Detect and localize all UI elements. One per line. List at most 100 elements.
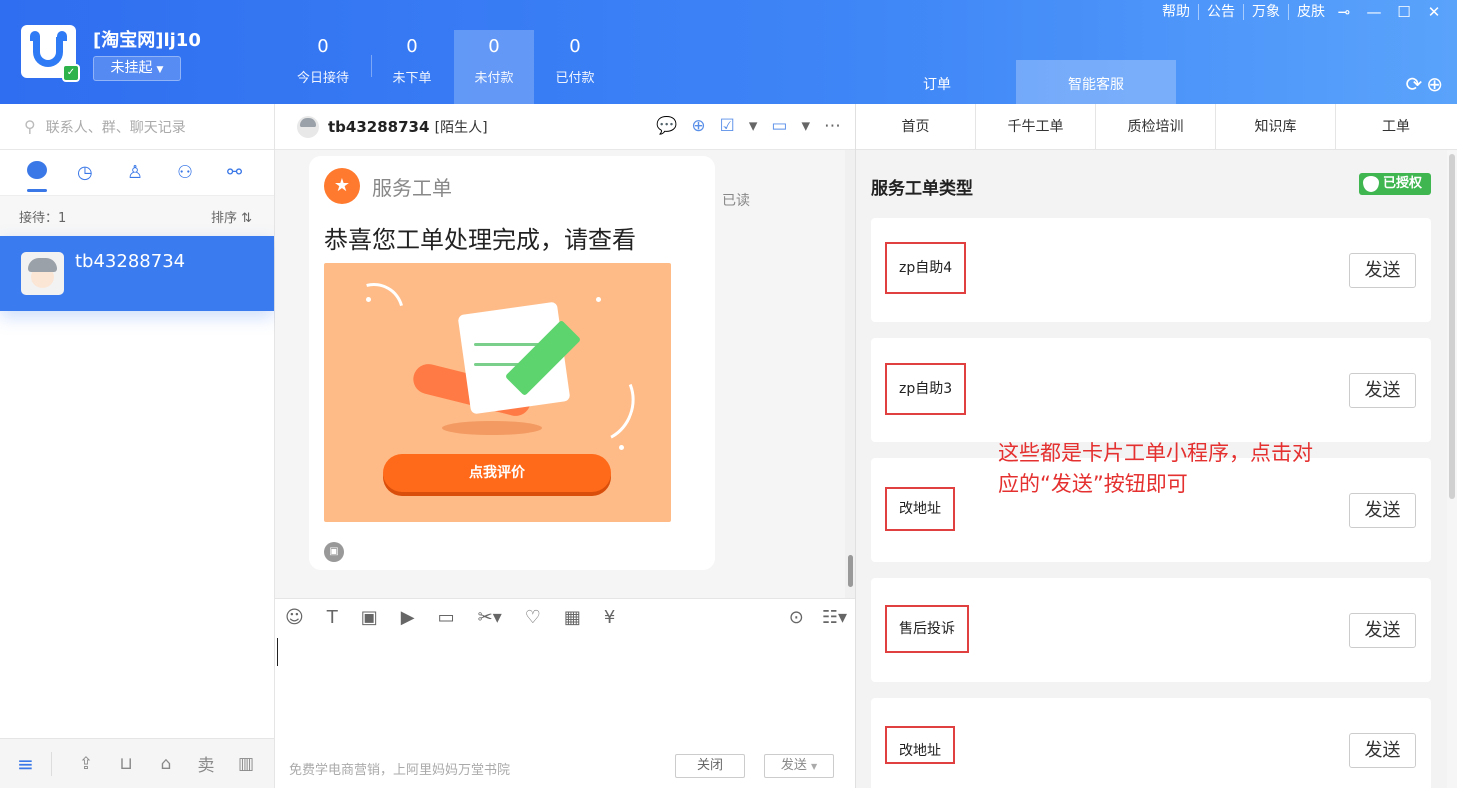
status-dropdown[interactable]: 未挂起 ▼ xyxy=(93,56,181,81)
tab-contacts[interactable]: ♙ xyxy=(124,162,174,183)
heart-icon[interactable]: ♡ xyxy=(525,607,541,628)
message-input[interactable]: 免费学电商营销，上阿里妈妈万堂书院 关闭 发送 ▼ xyxy=(275,636,855,788)
add-plugin-icon[interactable]: ⊕ xyxy=(1426,72,1443,96)
message-area: ★ 服务工单 恭喜您工单处理完成，请查看 点我评价 ▣ 已读 xyxy=(275,150,855,598)
send-button[interactable]: 发送 ▼ xyxy=(764,754,834,778)
evaluate-button[interactable]: 点我评价 xyxy=(383,454,611,492)
scroll-thumb[interactable] xyxy=(848,555,853,587)
stat-not-ordered[interactable]: 0 未下单 xyxy=(372,30,452,104)
contact-search[interactable]: ⚲ 联系人、群、聊天记录 xyxy=(0,104,274,150)
ticket-name: 改地址 xyxy=(885,726,955,764)
ticket-name: 售后投诉 xyxy=(885,605,969,653)
tab-smart-service[interactable]: 智能客服 xyxy=(1016,60,1176,104)
send-button[interactable]: 发送 xyxy=(1349,373,1416,408)
video-play-icon[interactable]: ▶ xyxy=(401,607,415,628)
nav-home[interactable]: 首页 xyxy=(856,104,976,149)
scissors-icon[interactable]: ✂▾ xyxy=(478,607,502,628)
logo-face xyxy=(33,37,63,67)
caret-down-icon: ▼ xyxy=(156,65,164,75)
contact-item-active[interactable]: tb43288734 xyxy=(0,236,274,311)
layout-icon[interactable]: ▥ xyxy=(226,754,266,774)
qianniu-app: ✓ [淘宝网]lj10 未挂起 ▼ 0 今日接待 0 未下单 0 未付款 0 已付… xyxy=(0,0,1457,788)
image-icon[interactable]: ▣ xyxy=(361,607,378,628)
mini-program-icon: ▣ xyxy=(324,542,344,562)
search-icon: ⚲ xyxy=(24,117,36,136)
send-button[interactable]: 发送 xyxy=(1349,733,1416,768)
contacts-panel: ⚲ 联系人、群、聊天记录 ◷ ♙ ⚇ ⚯ 接待：1 排序 ⇅ tb4328873… xyxy=(0,104,275,788)
stat-paid[interactable]: 0 已付款 xyxy=(535,30,615,104)
more-icon[interactable]: ⋯ xyxy=(824,116,841,136)
menu-icon[interactable]: ≡ xyxy=(0,751,52,776)
bag-icon[interactable]: ⊔ xyxy=(106,754,146,774)
shop-icon[interactable]: ⌂ xyxy=(146,754,186,774)
chevron-down-icon[interactable]: ▾ xyxy=(801,116,810,136)
coupon-icon[interactable]: ¥ xyxy=(604,607,615,628)
menu-notice[interactable]: 公告 xyxy=(1198,4,1243,20)
close-button[interactable]: 关闭 xyxy=(675,754,745,778)
nav-knowledge-base[interactable]: 知识库 xyxy=(1216,104,1336,149)
ticket-name: zp自助3 xyxy=(885,363,967,415)
sort-button[interactable]: 排序 ⇅ xyxy=(211,207,252,226)
nav-qc-training[interactable]: 质检培训 xyxy=(1096,104,1216,149)
scroll-thumb[interactable] xyxy=(1449,154,1455,499)
quick-reply-icon[interactable]: 💬 xyxy=(656,116,677,136)
video-icon[interactable]: ▭ xyxy=(771,116,787,136)
chat-header-icons: 💬 ⊕ ☑ ▾ ▭ ▾ ⋯ xyxy=(656,116,841,136)
service-ticket-card[interactable]: ★ 服务工单 恭喜您工单处理完成，请查看 点我评价 ▣ xyxy=(309,156,715,570)
nav-ticket[interactable]: 工单 xyxy=(1336,104,1456,149)
tab-recent[interactable]: ◷ xyxy=(74,162,124,183)
send-button[interactable]: 发送 xyxy=(1349,493,1416,528)
menu-wanxiang[interactable]: 万象 xyxy=(1243,4,1288,20)
reception-count: 接待：1 xyxy=(19,210,67,226)
stat-label: 未付款 xyxy=(474,71,514,86)
send-button[interactable]: 发送 xyxy=(1349,253,1416,288)
task-icon[interactable]: ☑ xyxy=(720,116,735,136)
nav-qianniu-ticket[interactable]: 千牛工单 xyxy=(976,104,1096,149)
calculator-icon[interactable]: ▦ xyxy=(564,607,581,628)
text-format-icon[interactable]: T xyxy=(327,607,338,628)
read-status: 已读 xyxy=(722,193,750,209)
emoji-icon[interactable]: ☺ xyxy=(285,607,304,628)
add-contact-icon[interactable]: ⊕ xyxy=(691,116,705,136)
tab-org[interactable]: ⚯ xyxy=(224,162,274,183)
refresh-icon[interactable]: ⟳ xyxy=(1405,72,1422,96)
menu-help[interactable]: 帮助 xyxy=(1154,4,1198,20)
clock-icon: ◷ xyxy=(77,162,93,183)
shield-icon xyxy=(1363,176,1379,192)
sell-button[interactable]: 卖 xyxy=(186,751,226,776)
contact-tabs: ◷ ♙ ⚇ ⚯ xyxy=(0,150,274,196)
sort-label: 排序 xyxy=(210,210,237,226)
minimize-icon[interactable]: — xyxy=(1359,0,1389,24)
chat-scrollbar[interactable] xyxy=(845,150,855,598)
send-button[interactable]: 发送 xyxy=(1349,613,1416,648)
menu-skin[interactable]: 皮肤 xyxy=(1288,4,1333,20)
history-icon[interactable]: ☷▾ xyxy=(822,607,847,628)
maximize-icon[interactable]: ☐ xyxy=(1389,0,1419,24)
ticket-card: zp自助4 发送 xyxy=(871,218,1431,322)
card-header: ★ 服务工单 xyxy=(324,168,452,204)
chevron-down-icon[interactable]: ▾ xyxy=(749,116,758,136)
export-icon[interactable]: ⇪ xyxy=(66,754,106,774)
auth-label: 已授权 xyxy=(1383,176,1423,191)
org-chart-icon: ⚯ xyxy=(227,162,243,183)
avatar-hair xyxy=(28,258,57,272)
window-controls: ⊸ — ☐ ✕ xyxy=(1329,0,1449,24)
ticket-name: 改地址 xyxy=(885,487,955,531)
stat-label: 今日接待 xyxy=(296,71,349,86)
group-icon: ⚇ xyxy=(177,162,194,183)
tab-groups[interactable]: ⚇ xyxy=(174,162,224,183)
right-scrollbar[interactable] xyxy=(1447,150,1457,788)
pin-icon[interactable]: ⊸ xyxy=(1329,0,1359,24)
left-bottom-toolbar: ≡ ⇪ ⊔ ⌂ 卖 ▥ xyxy=(0,738,274,788)
annotation-note: 这些都是卡片工单小程序，点击对应的“发送”按钮即可 xyxy=(998,441,1313,496)
smart-service-panel: 首页 千牛工单 质检培训 知识库 工单 服务工单类型 已授权 zp自助4 发送 … xyxy=(855,104,1457,788)
tab-orders[interactable]: 订单 xyxy=(857,60,1017,104)
chat-record-icon[interactable]: ⊙ xyxy=(789,607,804,628)
close-icon[interactable]: ✕ xyxy=(1419,0,1449,24)
folder-icon[interactable]: ▭ xyxy=(438,607,455,628)
ad-text[interactable]: 免费学电商营销，上阿里妈妈万堂书院 xyxy=(289,759,510,778)
stat-today-reception[interactable]: 0 今日接待 xyxy=(283,30,363,104)
stat-unpaid[interactable]: 0 未付款 xyxy=(454,30,534,104)
header-bar: ✓ [淘宝网]lj10 未挂起 ▼ 0 今日接待 0 未下单 0 未付款 0 已付… xyxy=(0,0,1457,104)
tab-chats[interactable] xyxy=(24,161,74,192)
